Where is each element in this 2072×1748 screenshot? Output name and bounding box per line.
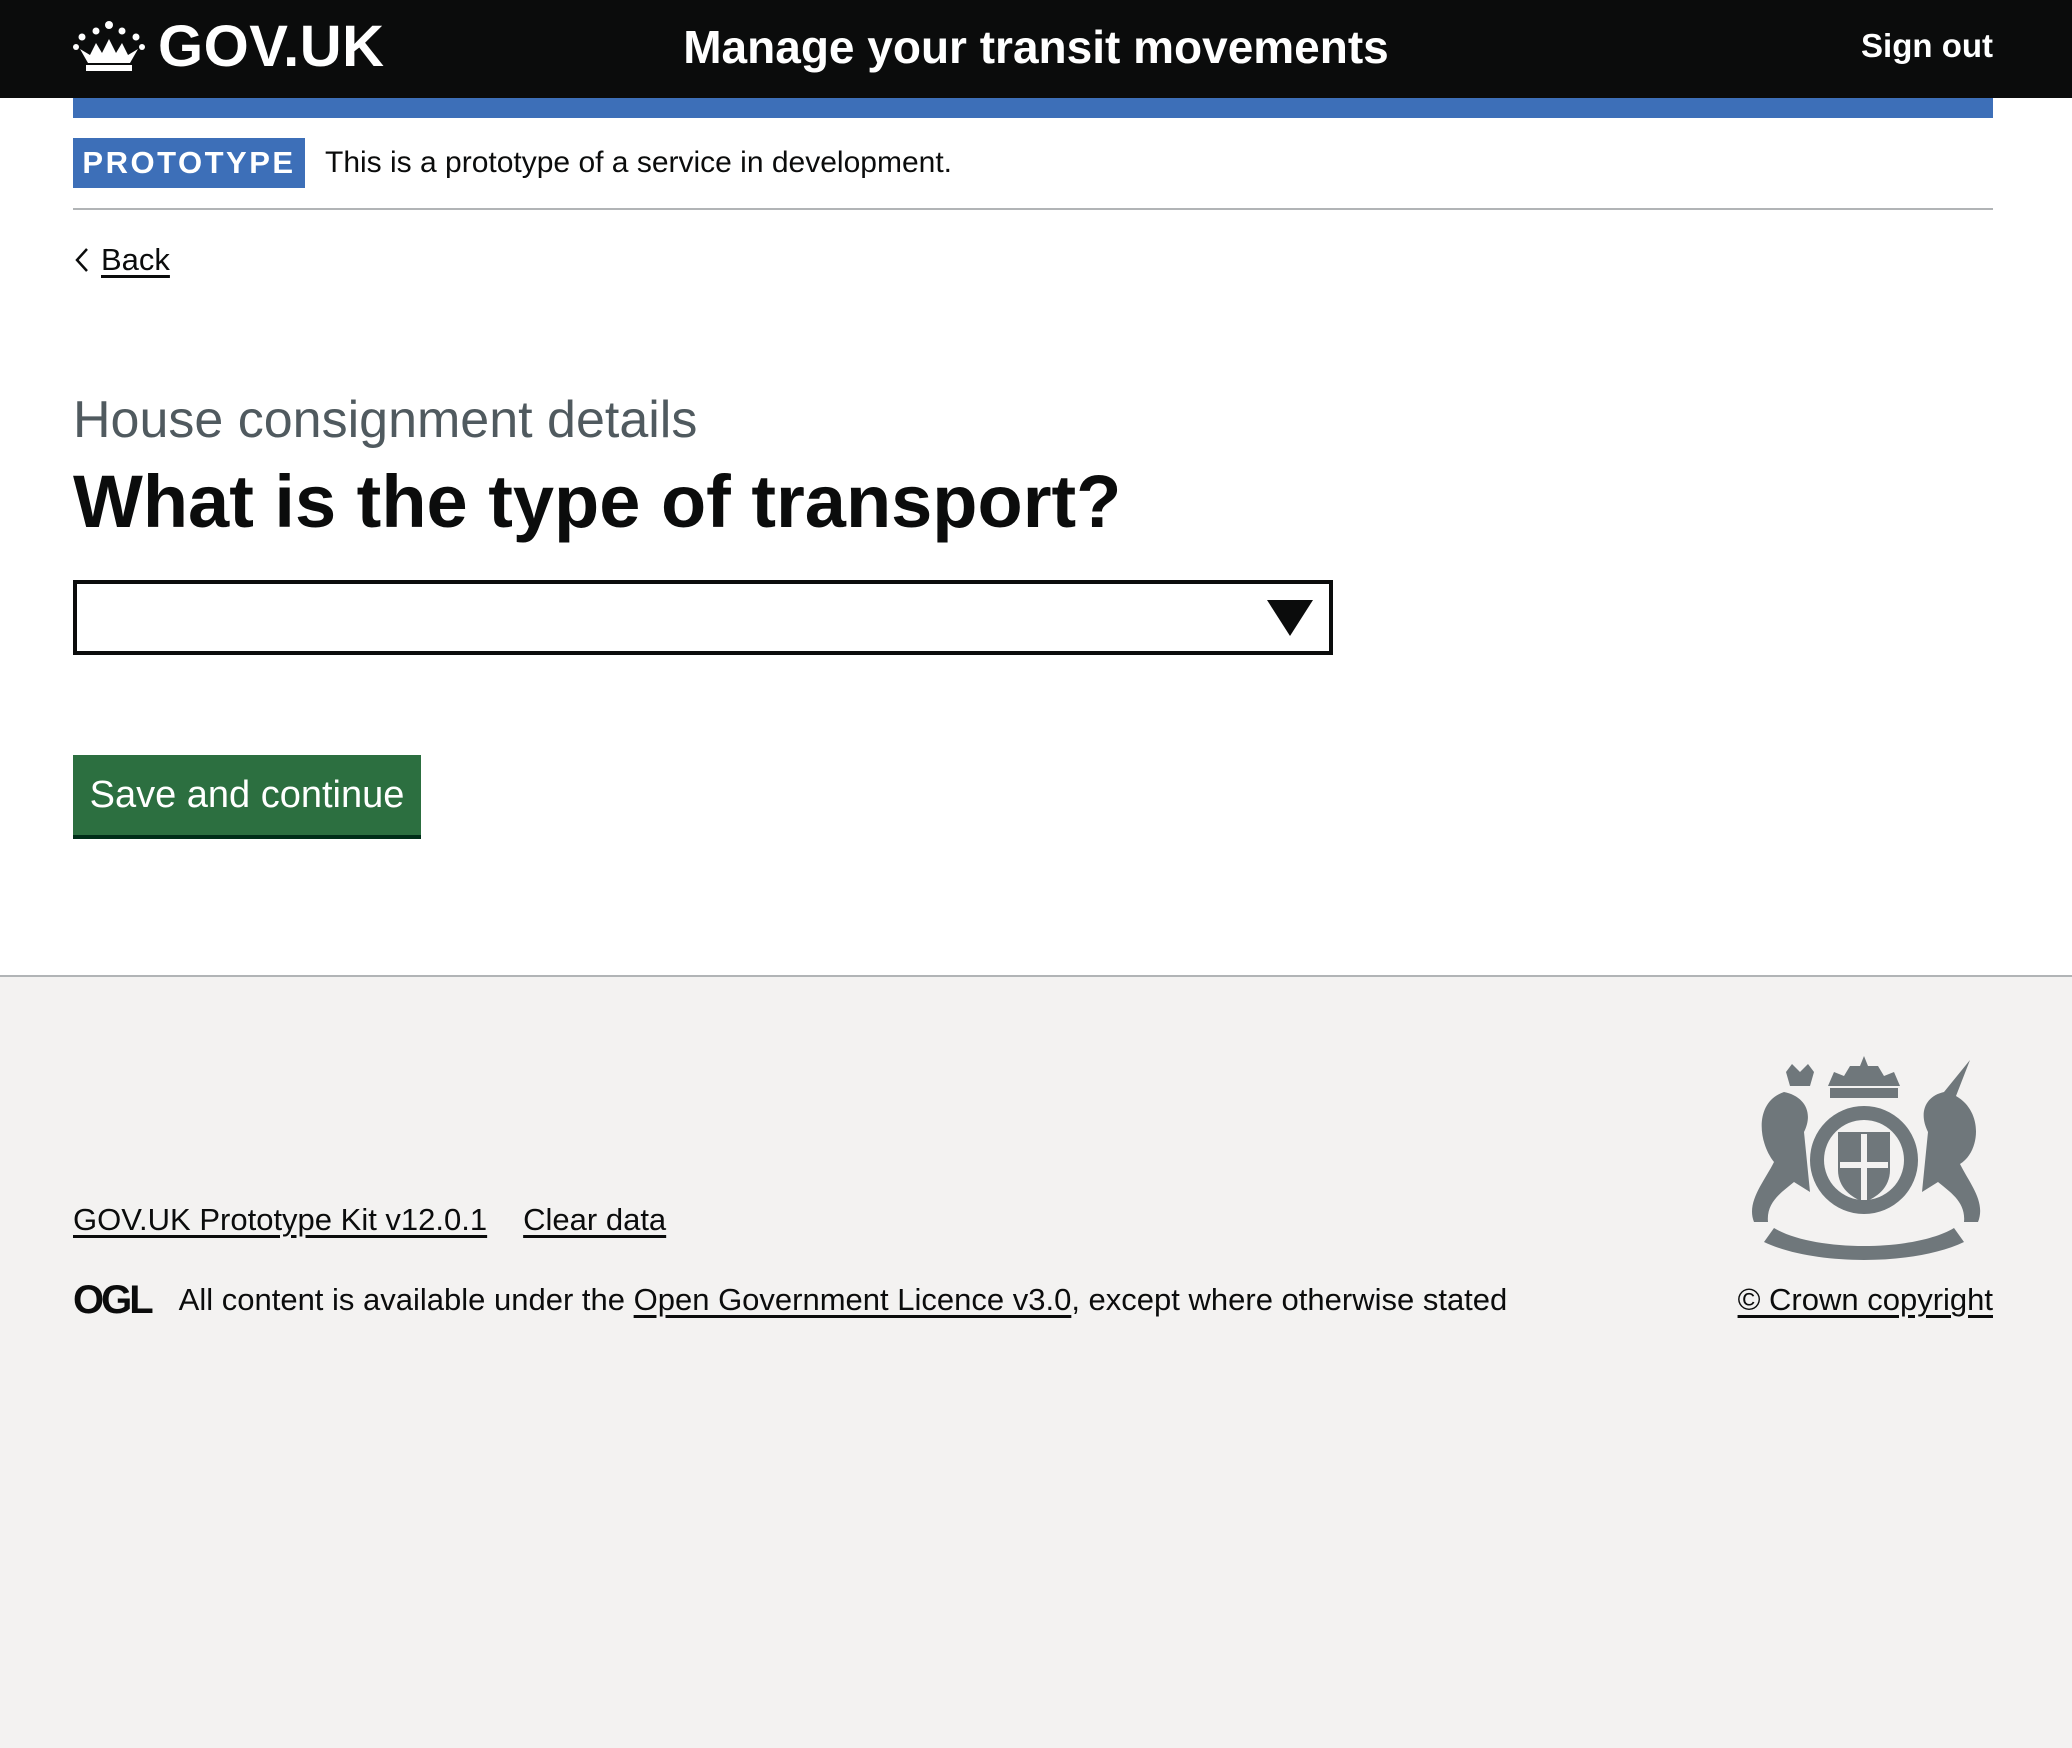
ogl-logo-icon: OGL [73, 1278, 154, 1322]
back-link[interactable]: Back [73, 238, 170, 282]
phase-banner: PROTOTYPE This is a prototype of a servi… [73, 138, 1993, 210]
footer-links: GOV.UK Prototype Kit v12.0.1 Clear data [73, 1198, 702, 1242]
back-link-label: Back [101, 242, 170, 277]
licence-row: OGL All content is available under the O… [73, 1278, 1507, 1322]
footer-link-prototype-kit[interactable]: GOV.UK Prototype Kit v12.0.1 [73, 1198, 487, 1242]
royal-coat-of-arms-icon [1752, 1056, 1981, 1260]
footer-link-clear-data[interactable]: Clear data [523, 1198, 666, 1242]
transport-type-select[interactable] [73, 580, 1333, 655]
licence-suffix: , except where otherwise stated [1071, 1282, 1508, 1317]
sign-out-link[interactable]: Sign out [1861, 24, 1993, 68]
licence-prefix: All content is available under the [178, 1282, 634, 1317]
header-accent-bar [73, 98, 1993, 118]
crown-copyright-link[interactable]: © Crown copyright [1738, 1278, 1993, 1322]
service-name[interactable]: Manage your transit movements [0, 18, 2072, 76]
page-title: What is the type of transport? [73, 460, 1122, 543]
phase-tag: PROTOTYPE [73, 138, 305, 188]
triangle-down-icon [1267, 600, 1313, 636]
page-caption: House consignment details [73, 391, 698, 449]
licence-link[interactable]: Open Government Licence v3.0 [634, 1278, 1072, 1322]
site-header: GOV.UK Manage your transit movements Sig… [0, 0, 2072, 98]
chevron-left-icon [75, 248, 88, 272]
save-and-continue-button[interactable]: Save and continue [73, 755, 421, 835]
phase-banner-text: This is a prototype of a service in deve… [325, 146, 952, 179]
